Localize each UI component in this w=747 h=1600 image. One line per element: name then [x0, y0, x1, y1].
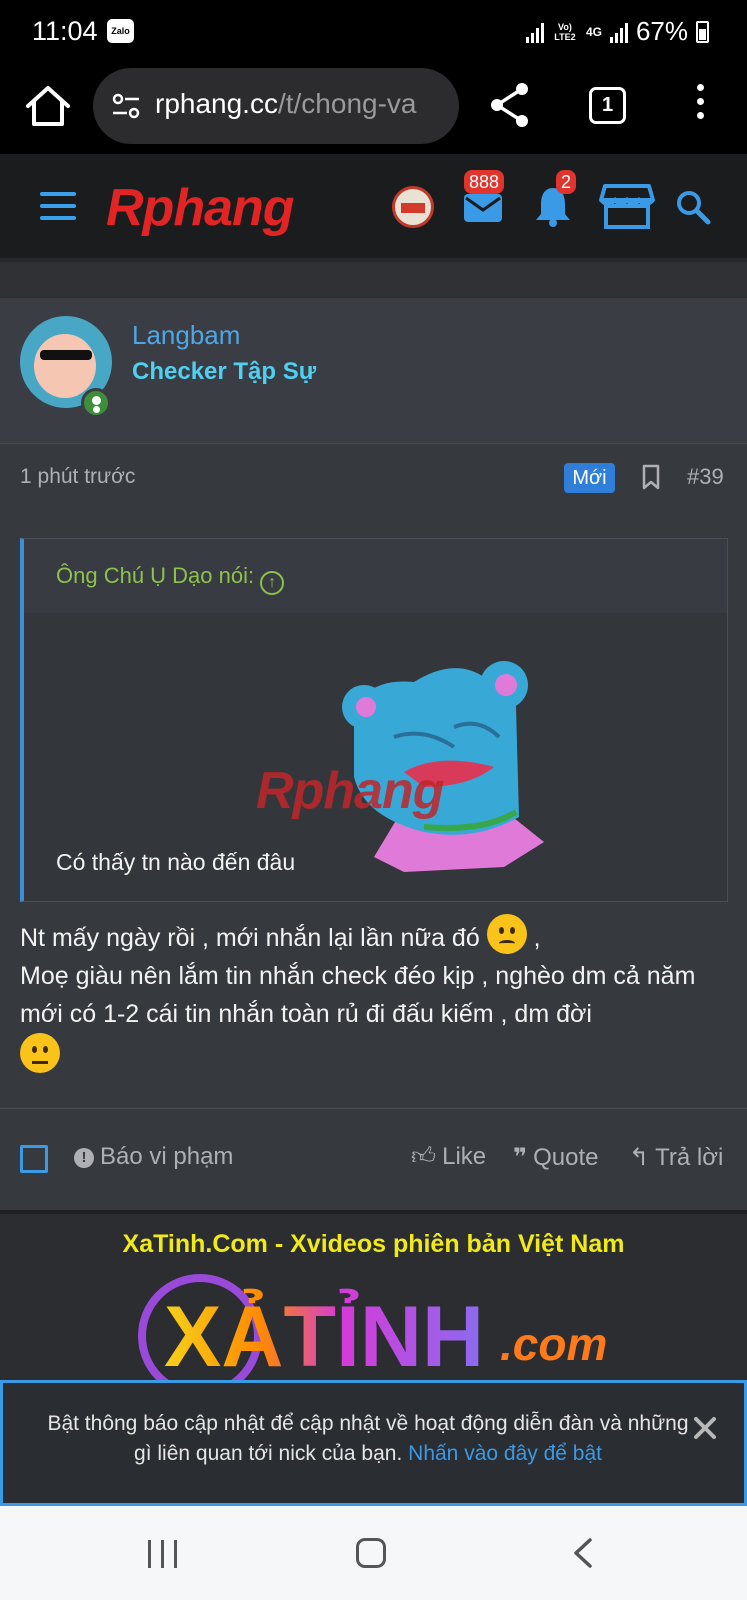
report-button[interactable]: ! Báo vi phạm: [74, 1143, 233, 1171]
like-icon: 👍︎: [411, 1143, 437, 1170]
post-user-bar: Langbam Checker Tập Sự: [0, 298, 747, 444]
quote-icon: ❞: [513, 1144, 528, 1171]
watermark-logo: Rphang: [256, 762, 445, 820]
post-body-line1-end: ,: [533, 924, 541, 952]
home-icon[interactable]: [22, 80, 74, 132]
warning-icon: !: [74, 1148, 94, 1168]
signal-icon: [525, 21, 544, 43]
quote-header: Ông Chú Ụ Dạo nói: ↑: [24, 539, 727, 613]
browser-toolbar: rphang.cc/t/chong-va 1: [0, 62, 747, 154]
battery-icon: [696, 20, 709, 43]
bookmark-icon[interactable]: [641, 464, 661, 490]
messages-count-badge: 888: [464, 170, 505, 194]
site-logo-text: Rphang: [106, 179, 295, 237]
quote-author-text: Ông Chú Ụ Dạo nói:: [56, 563, 255, 588]
push-notification-prompt: Bật thông báo cập nhật để cập nhật về ho…: [0, 1380, 747, 1506]
reply-button[interactable]: ↰ Trả lời: [629, 1143, 723, 1172]
ad-logo-image[interactable]: XẢTỈNH .com: [130, 1270, 620, 1384]
back-icon[interactable]: [572, 1538, 594, 1568]
header-avatar[interactable]: [392, 186, 434, 228]
post-body-line2: Moẹ giàu nên lắm tin nhắn check đéo kịp …: [20, 962, 696, 1028]
address-bar[interactable]: rphang.cc/t/chong-va: [93, 68, 459, 144]
quote-button[interactable]: ❞ Quote: [513, 1143, 598, 1172]
post-actions: ! Báo vi phạm 👍︎ Like ❞ Quote ↰ Trả lời: [0, 1108, 747, 1210]
system-nav-bar: [0, 1506, 747, 1600]
url-path: /t/chong-va: [277, 88, 417, 119]
status-bar: 11:04 Zalo Vo) LTE2 4G 67%: [0, 0, 747, 62]
arrow-up-circle-icon[interactable]: ↑: [260, 571, 285, 595]
zalo-icon: Zalo: [107, 19, 134, 43]
battery-percent: 67%: [635, 16, 688, 46]
online-status-icon: [81, 388, 111, 418]
tabs-icon[interactable]: 1: [589, 87, 626, 124]
forum-post: Langbam Checker Tập Sự 1 phút trước Mới …: [0, 298, 747, 1210]
site-header: Rphang 888 2: [0, 154, 747, 258]
ad-logo-text: XẢTỈNH: [164, 1289, 484, 1384]
quote-author[interactable]: Ông Chú Ụ Dạo nói: ↑: [56, 563, 285, 595]
site-logo[interactable]: Rphang: [106, 179, 295, 237]
url-text: rphang.cc/t/chong-va: [155, 88, 417, 120]
close-icon[interactable]: [693, 1416, 717, 1440]
pensive-face-icon: [20, 1033, 60, 1073]
url-host: rphang.cc: [155, 88, 278, 119]
quote-block: Ông Chú Ụ Dạo nói: ↑ Rphang Có thấy tn nà…: [20, 538, 728, 902]
section-divider: [0, 258, 747, 298]
post-body-line1: Nt mấy ngày rồi , mới nhắn lại lần nữa đ…: [20, 924, 480, 952]
ad-title[interactable]: XaTinh.Com - Xvideos phiên bản Việt Nam: [0, 1230, 747, 1259]
volte-label: Vo) LTE2: [554, 21, 576, 42]
search-icon[interactable]: [675, 189, 711, 225]
post-meta: 1 phút trước Mới #39: [0, 444, 747, 512]
post-body: Nt mấy ngày rồi , mới nhắn lại lần nữa đ…: [20, 914, 732, 1076]
signal-icon-2: [609, 21, 628, 43]
site-settings-icon[interactable]: [111, 92, 141, 120]
report-label: Báo vi phạm: [100, 1143, 234, 1170]
store-icon[interactable]: [599, 182, 655, 230]
new-badge: Mới: [564, 463, 615, 493]
home-nav-icon[interactable]: [356, 1538, 386, 1568]
like-button[interactable]: 👍︎ Like: [411, 1143, 486, 1171]
share-icon[interactable]: [488, 80, 532, 130]
ad-logo-suffix: .com: [500, 1318, 607, 1370]
status-indicators: Vo) LTE2 4G 67%: [525, 16, 709, 47]
status-time: 11:04: [32, 16, 98, 46]
select-post-checkbox[interactable]: [20, 1145, 48, 1173]
alerts-count-badge: 2: [556, 170, 577, 194]
post-number-link[interactable]: #39: [687, 464, 724, 490]
enable-notifications-link[interactable]: Nhấn vào đây để bật: [408, 1442, 602, 1465]
reply-icon: ↰: [629, 1144, 650, 1171]
reply-label: Trả lời: [655, 1144, 724, 1171]
like-label: Like: [442, 1143, 487, 1170]
more-icon[interactable]: [690, 84, 710, 128]
username-link[interactable]: Langbam: [132, 320, 240, 351]
network-type-label: 4G: [585, 24, 602, 39]
post-time[interactable]: 1 phút trước: [20, 465, 135, 489]
advertisement-banner[interactable]: XaTinh.Com - Xvideos phiên bản Việt Nam …: [0, 1210, 747, 1384]
hamburger-icon[interactable]: [40, 192, 76, 220]
notification-text-block: Bật thông báo cập nhật để cập nhật về ho…: [43, 1409, 693, 1469]
frowning-face-icon: [486, 914, 527, 954]
user-title: Checker Tập Sự: [132, 358, 317, 385]
recent-apps-icon[interactable]: [148, 1540, 180, 1568]
quote-text: Có thấy tn nào đến đâu: [56, 849, 296, 875]
quote-label: Quote: [533, 1144, 599, 1171]
